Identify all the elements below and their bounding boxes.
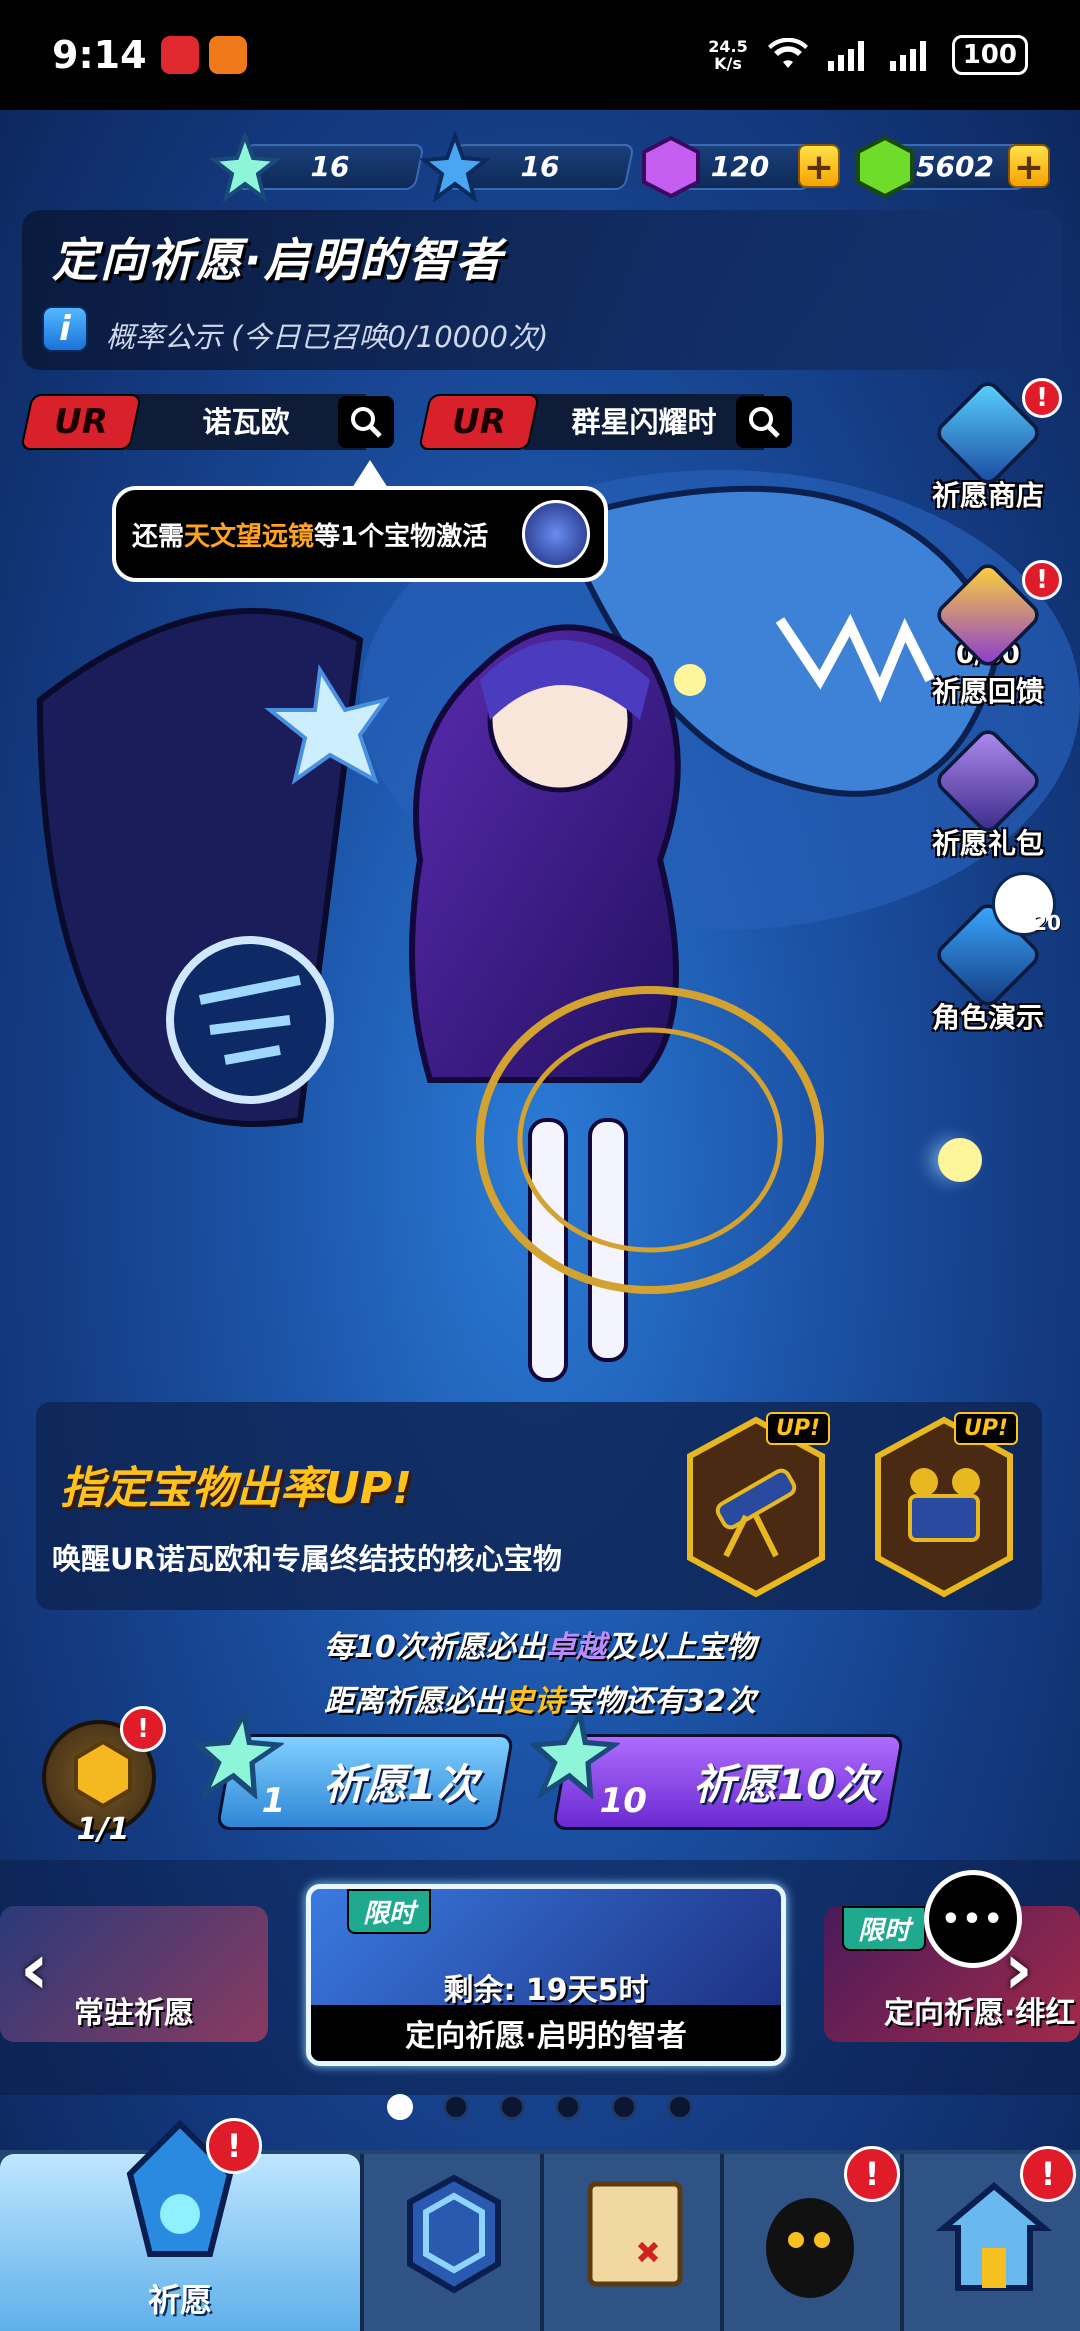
carousel-prev-button[interactable]: ‹	[20, 1928, 49, 2010]
nav-emblem[interactable]	[360, 2154, 540, 2331]
shield-emblem-icon	[407, 2174, 501, 2294]
buy-green-gem-button[interactable]: +	[1008, 144, 1050, 188]
guarantee-line-1: 每10次祈愿必出卓越及以上宝物	[324, 1630, 756, 1665]
rate-up-title: 指定宝物出率UP!	[60, 1463, 413, 1514]
search-button[interactable]	[338, 396, 394, 448]
battery-indicator: 100	[951, 35, 1028, 75]
page-dot[interactable]	[611, 2094, 637, 2120]
purple-gem-icon	[642, 135, 700, 199]
signal-icon	[827, 41, 864, 71]
search-icon	[749, 407, 780, 438]
probability-link[interactable]: 概率公示 (今日已召唤0/10000次)	[106, 314, 548, 356]
wish-pack-button[interactable]: 祈愿礼包	[918, 724, 1058, 862]
alert-badge: !	[120, 1706, 166, 1752]
tooltip-arrow	[352, 460, 388, 488]
alert-badge: !	[1022, 560, 1062, 600]
page-dot[interactable]	[499, 2094, 525, 2120]
tooltip-highlight: 天文望远镜	[184, 521, 315, 552]
nav-map[interactable]	[540, 2154, 720, 2331]
remaining-time: 剩余: 19天5时	[443, 1973, 649, 2008]
wish-rewards-button[interactable]: 0/60 祈愿回馈 !	[918, 558, 1062, 710]
character-demo-button[interactable]: 角色演示 20	[918, 872, 1061, 1036]
page-dot[interactable]	[387, 2094, 413, 2120]
activation-tooltip[interactable]: 还需 天文望远镜 等1个宝物激活	[112, 486, 608, 582]
network-speed: 24.5 K/s	[708, 37, 748, 73]
wish-token[interactable]: 1/1 !	[42, 1706, 166, 1847]
nav-house[interactable]: !	[900, 2146, 1080, 2331]
page-dot[interactable]	[667, 2094, 693, 2120]
limited-tag: 限时	[842, 1906, 927, 1951]
alert-badge: !	[844, 2146, 900, 2202]
wish-once-button[interactable]: 1 祈愿1次	[192, 1709, 515, 1830]
wish-ten-button[interactable]: 10 祈愿10次	[528, 1709, 905, 1830]
treasure-slot[interactable]: UP!	[874, 1412, 1018, 1598]
search-button[interactable]	[736, 396, 792, 448]
app-notification-icon	[160, 36, 199, 74]
dragon-avatar-icon	[522, 500, 590, 568]
banner-title: 定向祈愿·启明的智者	[52, 233, 504, 287]
wish-screen: 9:14 24.5 K/s 100 16 16 120 + 5602 + 定向祈…	[0, 0, 1080, 2331]
nav-character[interactable]: !	[720, 2146, 900, 2331]
rainbow-star-icon	[210, 132, 280, 202]
gift-bag-icon	[931, 724, 1045, 838]
info-icon[interactable]: i	[42, 306, 88, 352]
banner-card-current[interactable]: 限时 剩余: 19天5时 定向祈愿·启明的智者	[306, 1884, 786, 2066]
selector-name: 群星闪耀时	[524, 394, 764, 450]
wish-shop-button[interactable]: 祈愿商店 !	[918, 376, 1062, 514]
chat-button[interactable]: •••	[924, 1870, 1022, 1968]
gem-reward-bubble: 20	[992, 872, 1061, 936]
chat-icon: •••	[941, 1901, 1005, 1937]
currency-bar: 16 16 120 + 5602 +	[0, 132, 1080, 202]
page-dot[interactable]	[555, 2094, 581, 2120]
rate-up-description: 唤醒UR诺瓦欧和专属终结技的核心宝物	[52, 1542, 562, 1576]
search-icon	[351, 407, 382, 438]
character-selector[interactable]: 诺瓦欧 UR	[20, 394, 402, 450]
status-bar: 9:14 24.5 K/s 100	[0, 0, 1080, 110]
token-count: 1/1	[76, 1812, 130, 1847]
alert-badge: !	[1022, 378, 1062, 418]
alert-badge: !	[1020, 2146, 1076, 2202]
buy-purple-gem-button[interactable]: +	[798, 144, 840, 188]
rarity-badge: UR	[418, 394, 540, 450]
treasure-slot[interactable]: UP!	[686, 1412, 830, 1598]
shadow-creature-icon	[766, 2198, 854, 2298]
limited-tag: 限时	[347, 1889, 432, 1934]
status-time: 9:14	[52, 33, 147, 77]
signal-icon	[889, 41, 926, 71]
up-tag: UP!	[765, 1412, 830, 1445]
rarity-badge: UR	[20, 394, 142, 450]
banner-header: 定向祈愿·启明的智者 i 概率公示 (今日已召唤0/10000次)	[22, 210, 1062, 370]
treasure-map-icon	[587, 2181, 683, 2287]
rate-up-panel: 指定宝物出率UP! 唤醒UR诺瓦欧和专属终结技的核心宝物 UP! UP!	[36, 1402, 1042, 1610]
up-tag: UP!	[953, 1412, 1018, 1445]
alert-badge: !	[206, 2118, 262, 2174]
treasure-selector[interactable]: 群星闪耀时 UR	[418, 394, 800, 450]
app-notification-icon	[208, 36, 247, 74]
blue-star-icon	[420, 132, 490, 202]
nav-wish[interactable]: ! 祈愿	[0, 2118, 360, 2331]
green-gem-icon	[856, 135, 914, 199]
page-dot[interactable]	[443, 2094, 469, 2120]
selector-name: 诺瓦欧	[126, 394, 366, 450]
wifi-icon	[767, 38, 808, 68]
